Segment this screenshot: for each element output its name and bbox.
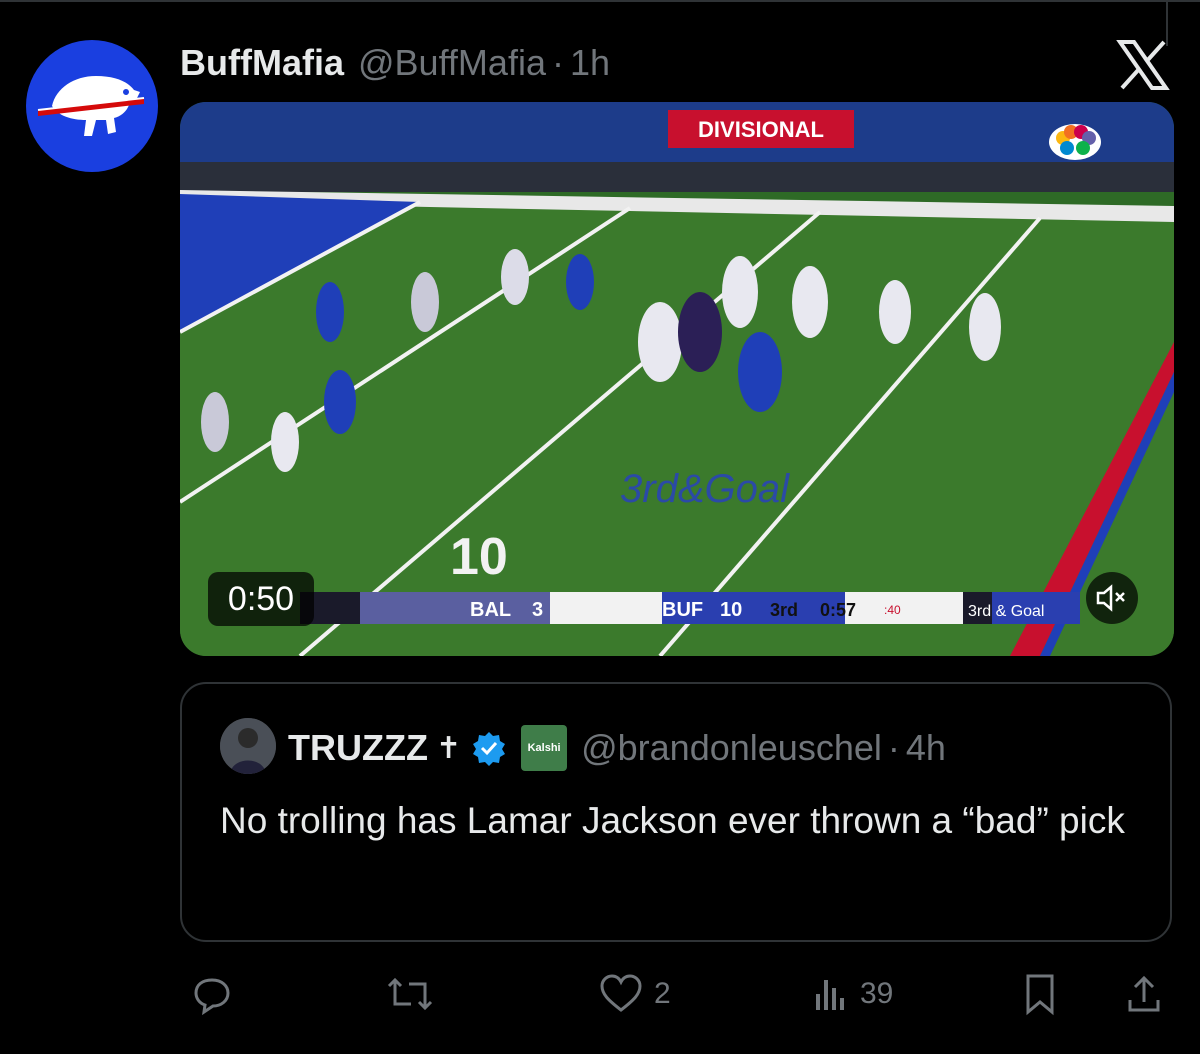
team1-score: 3: [532, 599, 543, 621]
bookmark-icon: [1026, 974, 1054, 1016]
quoted-text: No trolling has Lamar Jackson ever throw…: [220, 800, 1125, 841]
author-name[interactable]: BuffMafia: [180, 42, 344, 84]
like-button[interactable]: 2: [598, 964, 671, 1024]
author-handle[interactable]: @BuffMafia: [358, 42, 546, 84]
quoted-author-name[interactable]: TRUZZZ: [288, 727, 428, 769]
quoted-author-handle[interactable]: @brandonleuschel: [581, 727, 882, 769]
views-button[interactable]: 39: [810, 964, 893, 1024]
quoted-header: TRUZZZ ✝ Kalshi @brandonleuschel · 4h: [288, 722, 946, 774]
bookmark-button[interactable]: [1020, 964, 1060, 1024]
x-logo-icon[interactable]: [1116, 40, 1170, 90]
retweet-button[interactable]: [385, 964, 445, 1024]
quoted-author-avatar[interactable]: [220, 718, 276, 774]
tweet-header: BuffMafia @BuffMafia · 1h: [180, 38, 610, 88]
like-count: 2: [654, 977, 671, 1010]
mute-icon: [1096, 584, 1125, 612]
retweet-icon: [387, 977, 433, 1011]
down-label: 3rd & Goal: [968, 603, 1044, 620]
top-divider: [0, 0, 1200, 2]
reply-button[interactable]: [190, 964, 244, 1024]
video-player[interactable]: DIVISIONAL 3rd&Goal 10 BAL 3 BUF 10 3rd …: [180, 102, 1174, 656]
share-icon: [1128, 975, 1160, 1012]
views-icon: [816, 980, 844, 1010]
bills-logo-avatar: [37, 76, 145, 136]
action-bar: 2 39: [180, 964, 1174, 1024]
team2-score: 10: [720, 599, 742, 621]
quoted-separator: ·: [887, 727, 900, 768]
video-duration: 0:50: [208, 572, 314, 626]
play-clock: :40: [884, 603, 901, 617]
views-count: 39: [860, 977, 894, 1010]
quarter-label: 3rd: [770, 600, 798, 620]
verified-icon: [473, 732, 506, 766]
reply-icon: [194, 978, 230, 1016]
share-button[interactable]: [1124, 964, 1164, 1024]
mute-button[interactable]: [1086, 572, 1138, 624]
tweet-time[interactable]: 1h: [570, 42, 610, 84]
like-icon: [600, 974, 642, 1012]
divisional-banner: DIVISIONAL: [698, 117, 824, 142]
field-logo-text: 3rd&Goal: [620, 467, 790, 511]
game-clock: 0:57: [820, 600, 856, 620]
kalshi-badge[interactable]: Kalshi: [521, 725, 568, 771]
quoted-time[interactable]: 4h: [906, 727, 946, 769]
team2-label: BUF: [662, 599, 703, 621]
cross-emoji: ✝: [435, 731, 462, 765]
author-avatar[interactable]: [26, 40, 158, 172]
separator-dot: ·: [551, 42, 564, 83]
yard-number: 10: [450, 528, 508, 586]
video-frame: DIVISIONAL 3rd&Goal 10 BAL 3 BUF 10 3rd …: [180, 102, 1174, 656]
user-photo-icon: [220, 718, 276, 774]
team1-label: BAL: [470, 599, 511, 621]
